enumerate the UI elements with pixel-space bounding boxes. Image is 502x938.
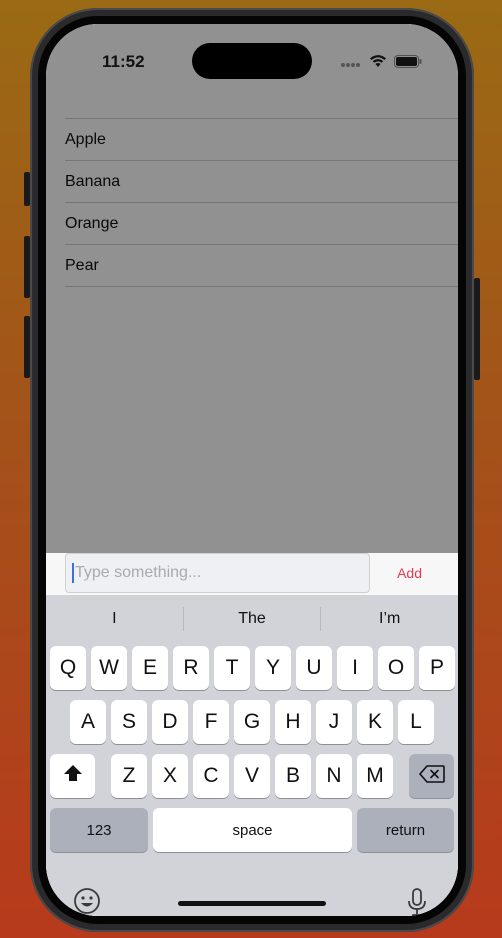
keyboard: I The I’m Q W E R T Y U I O P A S D F G … <box>46 595 458 916</box>
key-x[interactable]: X <box>152 754 188 798</box>
key-q[interactable]: Q <box>50 646 86 690</box>
key-k[interactable]: K <box>357 700 393 744</box>
suggestion[interactable]: The <box>184 610 321 628</box>
suggestion-bar: I The I’m <box>46 595 458 643</box>
wifi-icon <box>369 54 387 73</box>
key-b[interactable]: B <box>275 754 311 798</box>
status-bar: 11:52 <box>46 24 458 84</box>
key-e[interactable]: E <box>132 646 168 690</box>
suggestion[interactable]: I’m <box>321 610 458 628</box>
input-bar: Type something... Add <box>46 553 458 596</box>
key-h[interactable]: H <box>275 700 311 744</box>
text-input[interactable]: Type something... <box>65 553 370 593</box>
numbers-key[interactable]: 123 <box>50 808 148 852</box>
key-r[interactable]: R <box>173 646 209 690</box>
backspace-key[interactable] <box>409 754 454 798</box>
key-s[interactable]: S <box>111 700 147 744</box>
return-key[interactable]: return <box>357 808 454 852</box>
key-f[interactable]: F <box>193 700 229 744</box>
shift-icon <box>62 763 84 789</box>
key-z[interactable]: Z <box>111 754 147 798</box>
status-time: 11:52 <box>102 52 145 71</box>
add-button[interactable]: Add <box>397 565 422 581</box>
home-indicator[interactable] <box>178 901 326 906</box>
shift-key[interactable] <box>50 754 95 798</box>
key-p[interactable]: P <box>419 646 455 690</box>
key-n[interactable]: N <box>316 754 352 798</box>
key-d[interactable]: D <box>152 700 188 744</box>
dynamic-island <box>192 43 312 79</box>
key-l[interactable]: L <box>398 700 434 744</box>
key-i[interactable]: I <box>337 646 373 690</box>
signal-dots-icon <box>340 55 362 73</box>
power-button <box>474 278 480 380</box>
backspace-icon <box>418 765 445 787</box>
input-placeholder: Type something... <box>75 564 202 581</box>
key-w[interactable]: W <box>91 646 127 690</box>
emoji-icon[interactable] <box>73 887 101 916</box>
key-a[interactable]: A <box>70 700 106 744</box>
key-v[interactable]: V <box>234 754 270 798</box>
dim-overlay[interactable] <box>46 24 458 553</box>
key-y[interactable]: Y <box>255 646 291 690</box>
key-m[interactable]: M <box>357 754 393 798</box>
key-t[interactable]: T <box>214 646 250 690</box>
status-icons <box>340 54 422 73</box>
key-c[interactable]: C <box>193 754 229 798</box>
microphone-icon[interactable] <box>405 887 429 916</box>
key-g[interactable]: G <box>234 700 270 744</box>
key-u[interactable]: U <box>296 646 332 690</box>
text-caret <box>72 563 74 583</box>
key-o[interactable]: O <box>378 646 414 690</box>
space-key[interactable]: space <box>153 808 352 852</box>
key-j[interactable]: J <box>316 700 352 744</box>
suggestion[interactable]: I <box>46 610 183 628</box>
battery-icon <box>394 54 422 73</box>
phone-frame: Apple Banana Orange Pear 11:52 Type some… <box>30 8 474 932</box>
screen: Apple Banana Orange Pear 11:52 Type some… <box>46 24 458 916</box>
